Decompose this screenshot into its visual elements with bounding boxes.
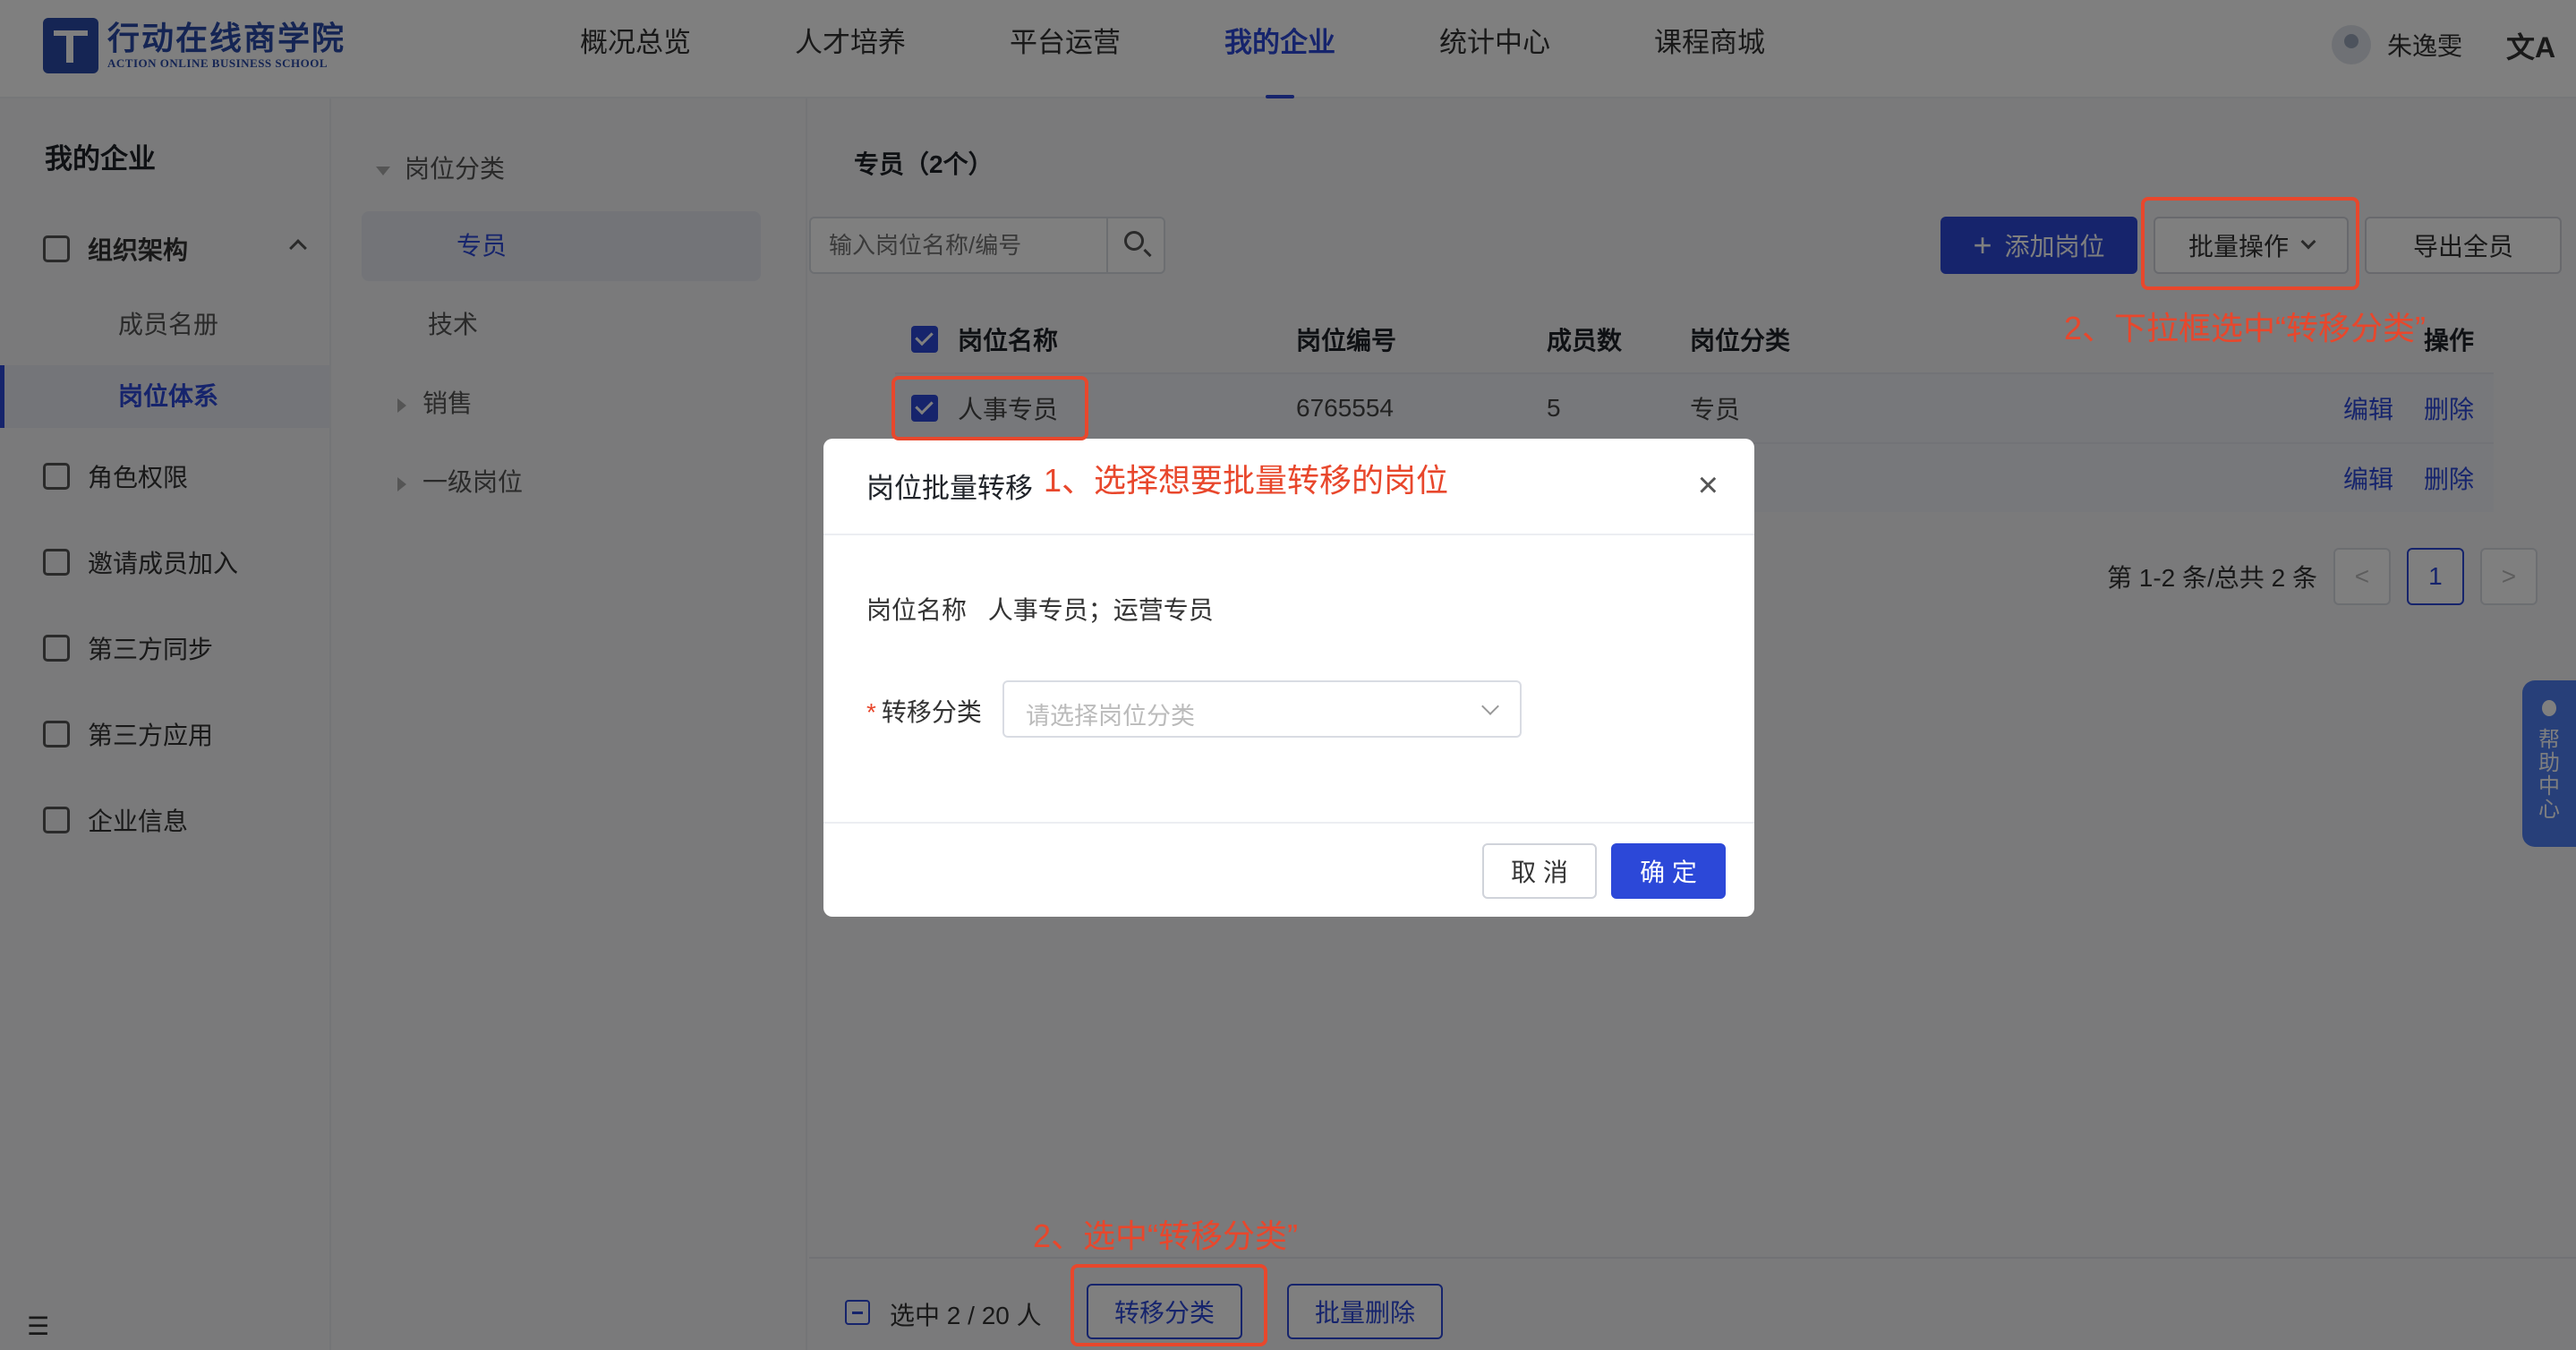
category-select-placeholder: 请选择岗位分类 <box>1026 703 1195 730</box>
annotation-step2-dropdown: 2、下拉框选中“转移分类” <box>2064 310 2426 346</box>
required-mark: * <box>866 698 876 726</box>
annotation-box-row <box>891 376 1088 440</box>
close-icon[interactable]: × <box>1698 466 1719 506</box>
position-names-row: 岗位名称 人事专员；运营专员 <box>866 591 1214 627</box>
category-label: 转移分类 <box>881 698 982 726</box>
annotation-step2-select: 2、选中“转移分类” <box>1033 1218 1298 1254</box>
annotation-box-transfer <box>1070 1264 1267 1346</box>
batch-transfer-dialog: 岗位批量转移 × 岗位名称 人事专员；运营专员 * 转移分类 请选择岗位分类 取 … <box>823 439 1754 917</box>
position-names-label: 岗位名称 <box>866 596 968 624</box>
category-select[interactable]: 请选择岗位分类 <box>1002 680 1522 738</box>
annotation-step1: 1、选择想要批量转移的岗位 <box>1044 462 1449 499</box>
dialog-title: 岗位批量转移 <box>866 473 1033 504</box>
category-label-row: * 转移分类 <box>866 693 982 729</box>
dialog-footer: 取 消 确 定 <box>823 822 1754 917</box>
cancel-button[interactable]: 取 消 <box>1482 843 1597 899</box>
chevron-down-icon <box>1481 697 1499 715</box>
confirm-button[interactable]: 确 定 <box>1611 843 1726 899</box>
position-names-value: 人事专员；运营专员 <box>987 596 1214 624</box>
annotation-box-batch <box>2141 197 2359 290</box>
